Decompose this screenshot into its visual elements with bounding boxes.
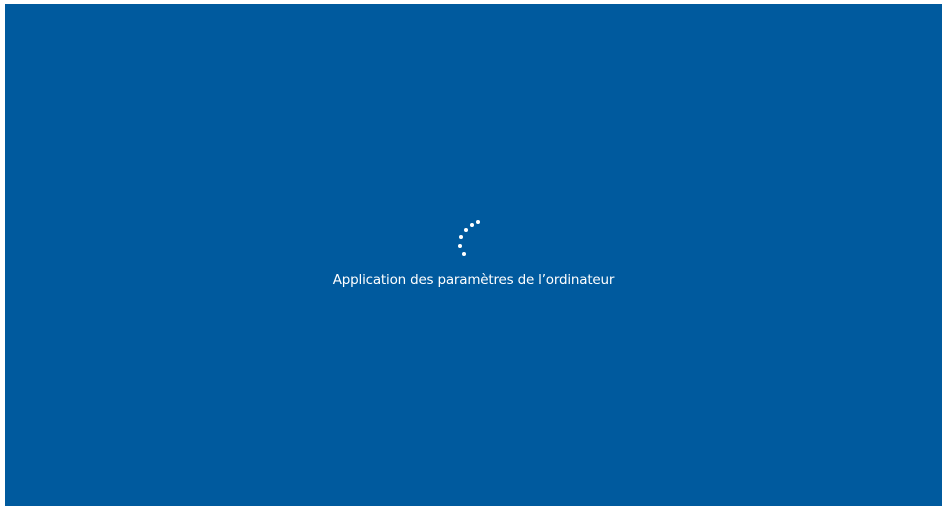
spinner-dot — [464, 228, 468, 232]
spinner-dot — [476, 220, 480, 224]
spinner-dot — [470, 223, 474, 227]
loading-spinner-icon — [458, 220, 480, 256]
spinner-dot — [459, 235, 463, 239]
status-message: Application des paramètres de l’ordinate… — [332, 272, 615, 288]
loading-screen: Application des paramètres de l’ordinate… — [5, 4, 942, 506]
spinner-dot — [462, 252, 466, 256]
spinner-dot — [458, 244, 462, 248]
